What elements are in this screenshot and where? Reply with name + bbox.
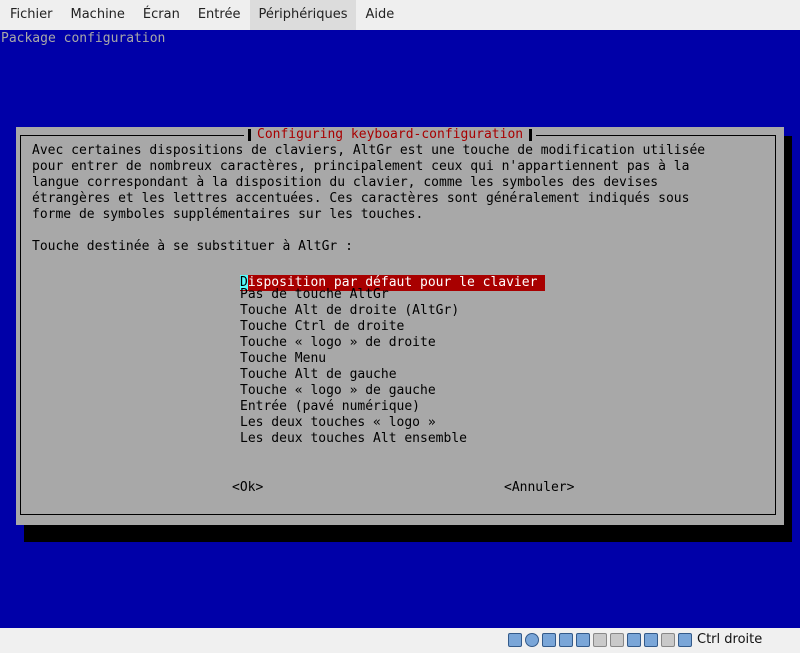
dialog-title: Configuring keyboard-configuration	[257, 127, 524, 142]
altgr-prompt: Touche destinée à se substituer à AltGr …	[32, 239, 353, 254]
description-line: étrangères et les lettres accentuées. Ce…	[32, 191, 690, 206]
keyboard-capture-icon[interactable]	[661, 632, 675, 647]
host-key-label: Ctrl droite	[697, 632, 763, 647]
network-icon[interactable]	[559, 632, 573, 647]
option-item[interactable]: Touche Ctrl de droite	[240, 319, 545, 335]
option-item[interactable]: Touche « logo » de droite	[240, 335, 545, 351]
option-item[interactable]: Touche « logo » de gauche	[240, 383, 545, 399]
video-capture-icon[interactable]	[627, 632, 641, 647]
option-item[interactable]: Les deux touches Alt ensemble	[240, 431, 545, 447]
description-line: Avec certaines dispositions de claviers,…	[32, 143, 706, 158]
description-line: forme de symboles supplémentaires sur le…	[32, 207, 424, 222]
title-right-tick	[529, 129, 533, 141]
hard-disk-icon[interactable]	[508, 632, 522, 647]
menu-ecran[interactable]: Écran	[135, 0, 188, 30]
menu-fichier[interactable]: Fichier	[2, 0, 61, 30]
host-key-arrow-icon	[678, 632, 692, 647]
ok-button[interactable]: <Ok>	[232, 480, 263, 496]
menu-peripheriques[interactable]: Périphériques	[250, 0, 356, 30]
audio-icon[interactable]	[542, 632, 556, 647]
keyboard-configuration-dialog: Configuring keyboard-configuration Avec …	[16, 127, 784, 525]
vm-console-screen[interactable]: Package configuration Configuring keyboa…	[0, 30, 800, 628]
usb-icon[interactable]	[576, 632, 590, 647]
option-item[interactable]: Touche Alt de droite (AltGr)	[240, 303, 545, 319]
option-item[interactable]: Touche Alt de gauche	[240, 367, 545, 383]
mouse-integration-icon[interactable]	[644, 632, 658, 647]
shared-folder-icon[interactable]	[593, 632, 607, 647]
menu-machine[interactable]: Machine	[63, 0, 133, 30]
package-configuration-title: Package configuration	[1, 31, 166, 46]
description-line: pour entrer de nombreux caractères, prin…	[32, 159, 690, 174]
menu-bar: Fichier Machine Écran Entrée Périphériqu…	[0, 0, 800, 30]
device-tray: Ctrl droite	[508, 632, 762, 647]
option-item[interactable]: Les deux touches « logo »	[240, 415, 545, 431]
status-bar: Ctrl droite	[0, 628, 800, 653]
dialog-description: Avec certaines dispositions de claviers,…	[32, 143, 705, 223]
altgr-options-list: Disposition par défaut pour le clavier P…	[240, 271, 546, 447]
dialog-title-bar: Configuring keyboard-configuration	[244, 127, 537, 143]
option-item[interactable]: Touche Menu	[240, 351, 545, 367]
description-line: langue correspondant à la disposition du…	[32, 175, 659, 190]
cancel-button[interactable]: <Annuler>	[504, 480, 574, 496]
optical-drive-icon[interactable]	[525, 632, 539, 647]
menu-entree[interactable]: Entrée	[190, 0, 249, 30]
display-icon[interactable]	[610, 632, 624, 647]
menu-aide[interactable]: Aide	[358, 0, 403, 30]
option-item[interactable]: Entrée (pavé numérique)	[240, 399, 545, 415]
